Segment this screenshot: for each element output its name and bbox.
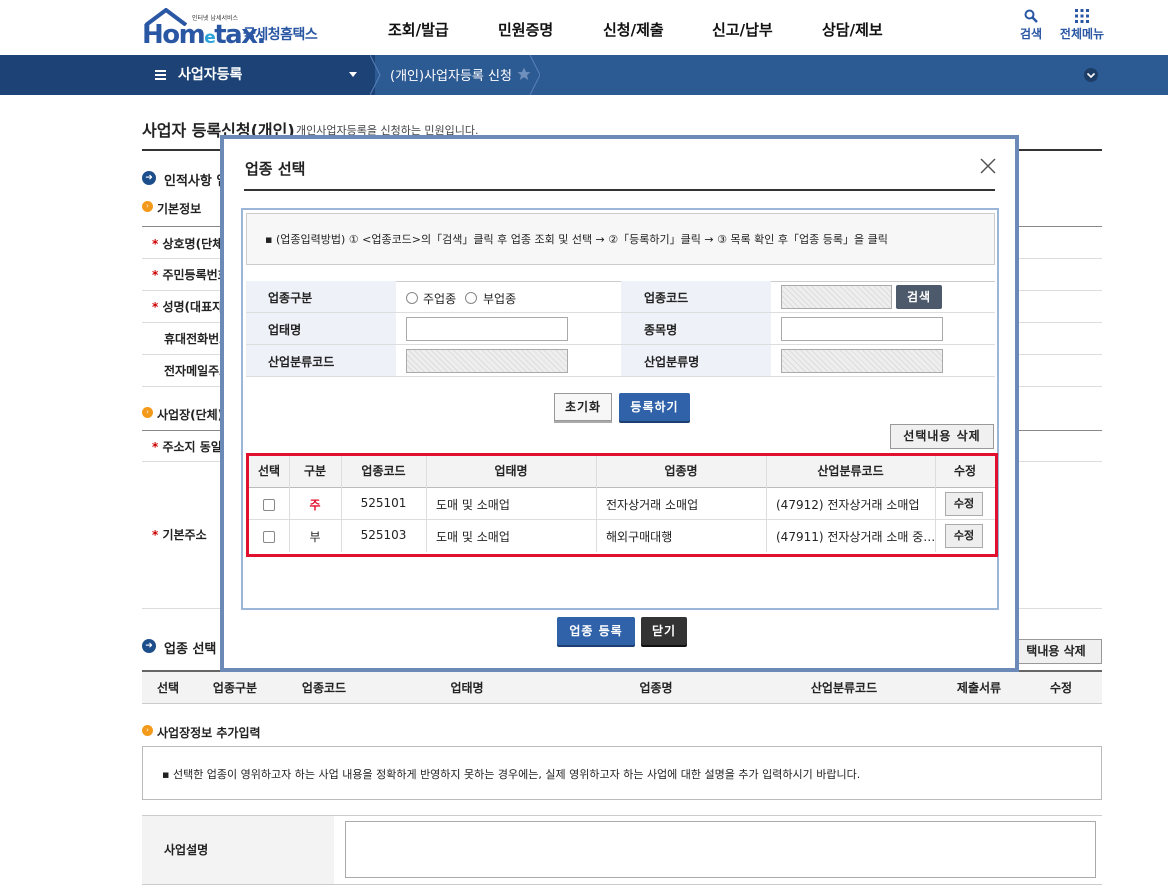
biz-desc-textarea[interactable] (345, 821, 1096, 878)
close-modal-button[interactable]: 닫기 (641, 617, 687, 645)
gnb-consult[interactable]: 상담/제보 (822, 19, 883, 40)
section-personal-title: 인적사항 입 (164, 174, 229, 189)
field-label-base-addr: * 기본주소 (152, 528, 207, 542)
row-ind: (47911) 전자상거래 소매 중… (776, 530, 936, 544)
row-biz: 도매 및 소매업 (436, 498, 510, 512)
row-biz: 도매 및 소매업 (436, 530, 510, 544)
row-item: 전자상거래 소매업 (606, 498, 699, 512)
row-code: 525101 (360, 496, 407, 510)
field-label-company: * 상호명(단체 (152, 237, 224, 251)
gnb-certificate[interactable]: 민원증명 (498, 19, 553, 40)
sub-site-title: 사업장(단체) (157, 408, 224, 422)
biz-label: 업태명 (268, 323, 302, 337)
search-button[interactable]: 검색 (1006, 9, 1056, 42)
radio-main[interactable] (406, 292, 418, 304)
ind-name-field[interactable] (781, 349, 943, 373)
sub-arrow-icon: › (142, 407, 153, 418)
sub-extra-title: 사업장정보 추가입력 (157, 726, 261, 740)
sub-arrow-icon: › (142, 201, 153, 212)
ind-code-field[interactable] (406, 349, 568, 373)
row-code: 525103 (360, 528, 407, 542)
type-label: 업종구분 (268, 291, 313, 305)
grid-icon (1075, 9, 1089, 23)
radio-sub-label: 부업종 (483, 292, 517, 306)
biz-name-field[interactable] (406, 317, 568, 341)
sub-arrow-icon: › (142, 725, 153, 736)
field-label-addr-same: * 주소지 동일 (152, 440, 222, 454)
col-item: 업종명 (639, 681, 673, 695)
col-type: 업종구분 (212, 681, 258, 695)
row-edit-button[interactable]: 수정 (945, 492, 983, 516)
hometax-logo[interactable]: 인터넷 납세서비스 Hometax. 국세청홈택스 (142, 8, 327, 50)
favorite-star-icon[interactable] (517, 67, 531, 81)
row-checkbox[interactable] (263, 531, 275, 543)
field-label-name: * 성명(대표자 (152, 300, 224, 314)
row-ind: (47912) 전자상거래 소매업 (776, 498, 920, 512)
col-biz: 업태명 (450, 681, 484, 695)
col-ind: 산업분류코드 (810, 681, 878, 695)
reset-button[interactable]: 초기화 (554, 393, 612, 421)
th-kind: 구분 (303, 464, 327, 478)
th-code: 업종코드 (361, 464, 406, 478)
radio-main-label: 주업종 (423, 292, 457, 306)
row-edit-button[interactable]: 수정 (945, 524, 983, 548)
section-industry-title: 업종 선택 (164, 642, 217, 657)
th-ind: 산업분류코드 (817, 464, 884, 478)
chevron-down-icon[interactable] (1084, 68, 1098, 82)
code-label: 업종코드 (644, 291, 689, 305)
biz-desc-label: 사업설명 (164, 843, 209, 857)
th-biz: 업태명 (494, 464, 528, 478)
sub-basic-title: 기본정보 (157, 202, 202, 216)
modal-divider (244, 189, 995, 191)
col-edit: 수정 (1049, 681, 1073, 695)
gnb-inquiry[interactable]: 조회/발급 (388, 19, 449, 40)
register-button[interactable]: 등록하기 (619, 393, 690, 421)
row-checkbox[interactable] (263, 499, 275, 511)
search-label: 검색 (1019, 27, 1043, 41)
delete-selected-button-bg[interactable]: 택내용 삭제 (1010, 639, 1102, 664)
field-label-rrn: * 주민등록번호 (152, 268, 229, 282)
section-arrow-icon: ➜ (142, 639, 156, 653)
gnb-apply[interactable]: 신청/제출 (603, 19, 664, 40)
caret-down-icon[interactable] (349, 72, 357, 78)
all-menu-label: 전체메뉴 (1059, 27, 1105, 41)
hamburger-icon[interactable] (155, 69, 167, 81)
indcode-label: 산업분류코드 (268, 355, 335, 369)
submit-industry-button[interactable]: 업종 등록 (557, 617, 635, 645)
col-code: 업종코드 (301, 681, 347, 695)
col-docs: 제출서류 (956, 681, 1002, 695)
search-icon (1024, 9, 1038, 23)
row-item: 해외구매대행 (606, 530, 673, 544)
all-menu-button[interactable]: 전체메뉴 (1056, 9, 1108, 42)
section-arrow-icon: ➜ (142, 171, 156, 185)
row-kind: 주 (309, 498, 321, 512)
result-table-header: 선택 구분 업종코드 업태명 업종명 산업분류코드 수정 (249, 456, 995, 488)
th-edit: 수정 (953, 464, 977, 478)
col-select: 선택 (156, 681, 180, 695)
row-kind: 부 (309, 530, 321, 544)
notice-text: ▪ 선택한 업종이 영위하고자 하는 사업 내용을 정확하게 반영하지 못하는 … (162, 768, 861, 781)
modal-title: 업종 선택 (245, 160, 306, 178)
industry-table-header: 선택 업종구분 업종코드 업태명 업종명 산업분류코드 제출서류 수정 (142, 670, 1102, 704)
th-item: 업종명 (664, 464, 698, 478)
nav-menu-title[interactable]: 사업자등록 (178, 64, 242, 84)
sub-nav-bar (0, 55, 1168, 95)
item-label: 종목명 (644, 323, 678, 337)
delete-selected-button[interactable]: 선택내용 삭제 (890, 424, 994, 449)
gnb-report-pay[interactable]: 신고/납부 (712, 19, 773, 40)
indname-label: 산업분류명 (644, 355, 700, 369)
search-code-button[interactable]: 검색 (896, 285, 942, 309)
th-select: 선택 (257, 464, 281, 478)
breadcrumb-current: (개인)사업자등록 신청 (390, 69, 512, 84)
industry-code-field[interactable] (781, 285, 892, 309)
radio-sub[interactable] (465, 292, 477, 304)
item-name-field[interactable] (781, 317, 943, 341)
close-icon[interactable] (978, 156, 998, 176)
logo-korean-name: 국세청홈택스 (243, 27, 318, 43)
guide-text: ▪ (업종입력방법) ① <업종코드>의「검색」클릭 후 업종 조회 및 선택 … (265, 233, 888, 246)
